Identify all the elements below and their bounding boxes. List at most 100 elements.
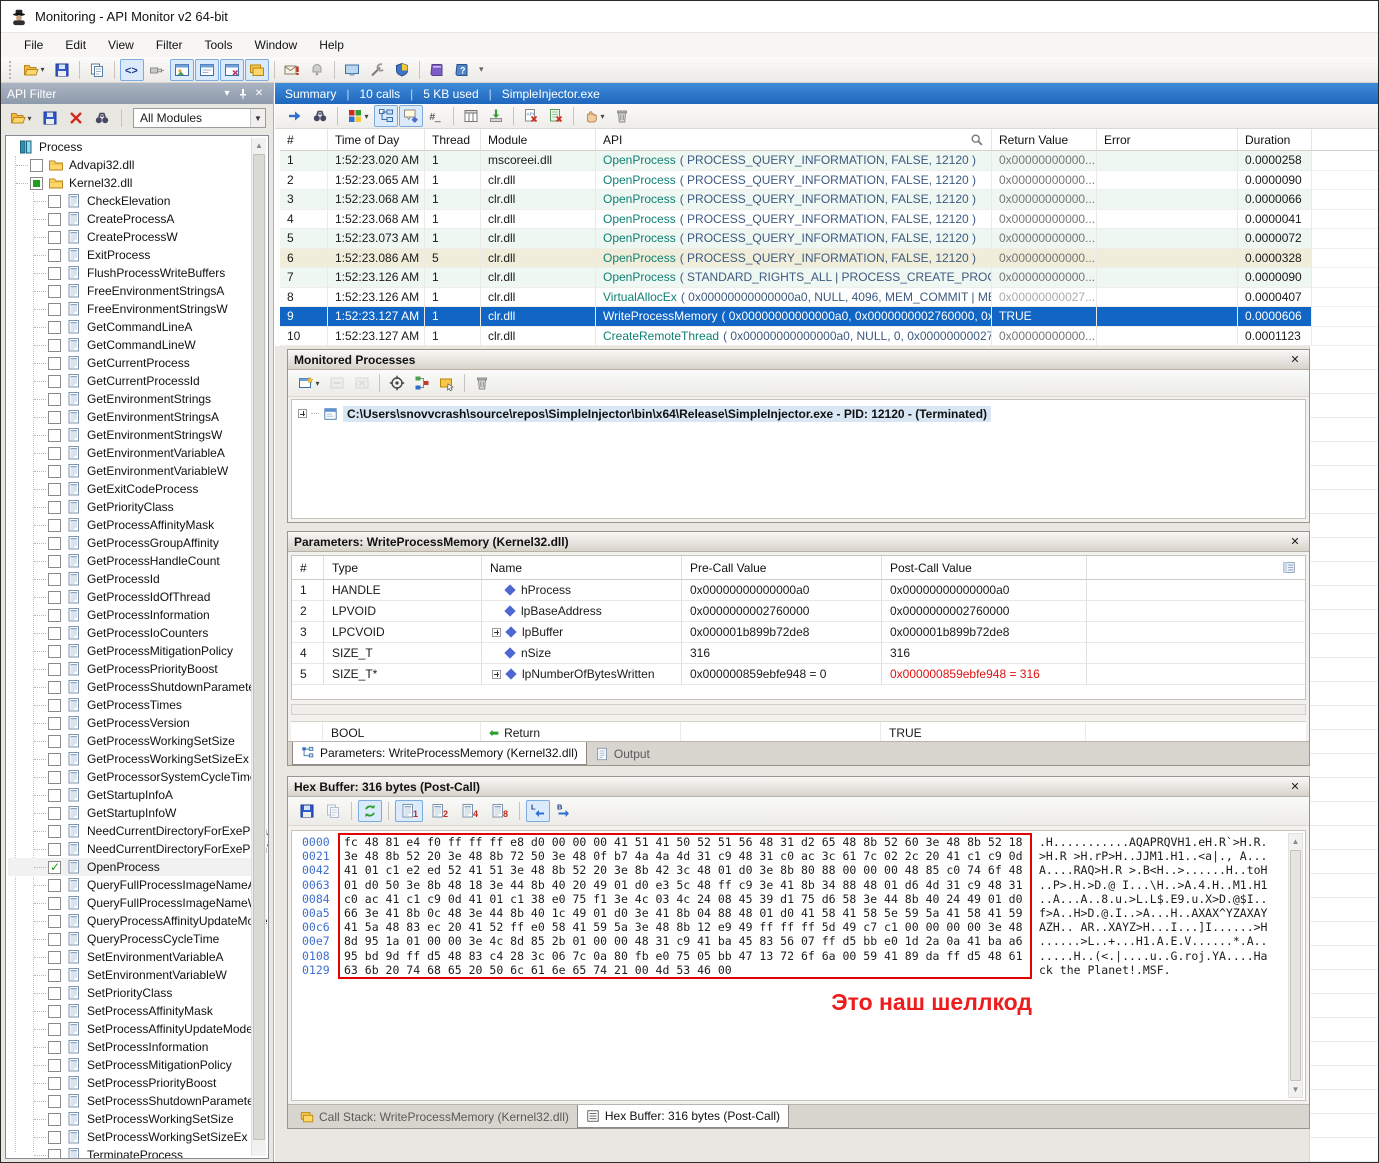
checkbox-queryprocessaffinityupdatemode[interactable] — [48, 915, 61, 928]
display-options-button[interactable] — [340, 59, 364, 81]
param-row-nSize[interactable]: 4SIZE_TnSize316316 — [292, 643, 1305, 664]
tree-item-setprocessaffinitymask[interactable]: SetProcessAffinityMask — [8, 1002, 251, 1020]
little-endian-button[interactable]: L — [526, 800, 550, 822]
col-header-thread[interactable]: Thread — [425, 129, 481, 150]
checkbox-getcommandlinew[interactable] — [48, 339, 61, 352]
tree-item-setprocessaffinityupdatemode[interactable]: SetProcessAffinityUpdateMode — [8, 1020, 251, 1038]
delete-trash-button[interactable] — [610, 105, 634, 127]
tree-item-getprocesshandlecount[interactable]: GetProcessHandleCount — [8, 552, 251, 570]
checkbox-getprocessworkingsetsizeex[interactable] — [48, 753, 61, 766]
tree-item-freeenvironmentstringsw[interactable]: FreeEnvironmentStringsW — [8, 300, 251, 318]
tree-item-freeenvironmentstringsa[interactable]: FreeEnvironmentStringsA — [8, 282, 251, 300]
col-header-error[interactable]: Error — [1097, 129, 1238, 150]
checkbox-setprocessaffinityupdatemode[interactable] — [48, 1023, 61, 1036]
panel-menu-chevron-icon[interactable]: ▾ — [219, 86, 235, 102]
tree-item-exitprocess[interactable]: ExitProcess — [8, 246, 251, 264]
col-header-api[interactable]: API — [596, 129, 992, 150]
xml-view-button[interactable]: <> — [120, 59, 144, 81]
checkbox-setprocessinformation[interactable] — [48, 1041, 61, 1054]
checkbox-getprocessworkingsetsize[interactable] — [48, 735, 61, 748]
copy-button[interactable] — [85, 59, 109, 81]
tab-callstack-tab[interactable]: Call Stack: WriteProcessMemory (Kernel32… — [292, 1106, 577, 1128]
checkbox-exitprocess[interactable] — [48, 249, 61, 262]
tree-item-createprocessa[interactable]: CreateProcessA — [8, 210, 251, 228]
tree-item-getstartupinfoa[interactable]: GetStartupInfoA — [8, 786, 251, 804]
checkbox-getprocessidofthread[interactable] — [48, 591, 61, 604]
tree-item-queryprocesscycletime[interactable]: QueryProcessCycleTime — [8, 930, 251, 948]
process-properties-button[interactable] — [435, 372, 459, 394]
call-row-9[interactable]: 91:52:23.127 AM1clr.dllWriteProcessMemor… — [280, 307, 1378, 327]
checkbox-setprocesspriorityboost[interactable] — [48, 1077, 61, 1090]
checkbox-getpriorityclass[interactable] — [48, 501, 61, 514]
tree-item-terminateprocess[interactable]: TerminateProcess — [8, 1146, 251, 1159]
highlight-colors-button[interactable]: ▾ — [343, 105, 373, 127]
call-row-1[interactable]: 11:52:23.020 AM1mscoreei.dllOpenProcess(… — [280, 151, 1378, 171]
call-row-4[interactable]: 41:52:23.068 AM1clr.dllOpenProcess( PROC… — [280, 210, 1378, 230]
api-error-filter-button[interactable]: API — [519, 105, 543, 127]
param-row-lpBuffer[interactable]: 3LPCVOIDlpBuffer0x000001b899b72de80x0000… — [292, 622, 1305, 643]
tree-item-getprocessmitigationpolicy[interactable]: GetProcessMitigationPolicy — [8, 642, 251, 660]
checkbox-advapi32.dll[interactable] — [30, 159, 43, 172]
call-row-8[interactable]: 81:52:23.126 AM1clr.dllVirtualAllocEx( 0… — [280, 288, 1378, 308]
hex-row-0084[interactable]: 0084c0 ac 41 c1 c9 0d 41 01 c1 38 e0 75 … — [292, 892, 1305, 906]
alerts-off-button[interactable] — [305, 59, 329, 81]
call-row-6[interactable]: 61:52:23.086 AM5clr.dllOpenProcess( PROC… — [280, 249, 1378, 269]
checkbox-getprocessinformation[interactable] — [48, 609, 61, 622]
checkbox-getprocessiocounters[interactable] — [48, 627, 61, 640]
tree-item-setenvironmentvariablea[interactable]: SetEnvironmentVariableA — [8, 948, 251, 966]
target-scope-button[interactable] — [385, 372, 409, 394]
hex-scrollbar[interactable]: ▲ ▼ — [1288, 833, 1303, 1098]
menu-file[interactable]: File — [13, 35, 54, 55]
tree-item-getpriorityclass[interactable]: GetPriorityClass — [8, 498, 251, 516]
uac-shield-button[interactable] — [390, 59, 414, 81]
summary-segment-0[interactable]: Summary — [285, 87, 336, 101]
checkbox-getprocesshandlecount[interactable] — [48, 555, 61, 568]
call-row-10[interactable]: 101:52:23.127 AM1clr.dllCreateRemoteThre… — [280, 327, 1378, 347]
tree-item-checkelevation[interactable]: CheckElevation — [8, 192, 251, 210]
tree-item-getcommandlinea[interactable]: GetCommandLineA — [8, 318, 251, 336]
attach-process-button[interactable] — [145, 59, 169, 81]
tree-item-getprocessworkingsetsize[interactable]: GetProcessWorkingSetSize — [8, 732, 251, 750]
tree-item-getprocessversion[interactable]: GetProcessVersion — [8, 714, 251, 732]
tree-item-createprocessw[interactable]: CreateProcessW — [8, 228, 251, 246]
tree-item-getcommandlinew[interactable]: GetCommandLineW — [8, 336, 251, 354]
select-columns-button[interactable] — [459, 105, 483, 127]
capture-window-button[interactable] — [170, 59, 194, 81]
tree-item-queryfullprocessimagenamew[interactable]: QueryFullProcessImageNameW — [8, 894, 251, 912]
delete-trash-button[interactable] — [470, 372, 494, 394]
email-report-button[interactable] — [280, 59, 304, 81]
menu-help[interactable]: Help — [308, 35, 355, 55]
checkbox-getprocessaffinitymask[interactable] — [48, 519, 61, 532]
checkbox-getstartupinfoa[interactable] — [48, 789, 61, 802]
checkbox-getstartupinfow[interactable] — [48, 807, 61, 820]
parameters-hscrollbar[interactable] — [291, 704, 1306, 715]
tree-item-setprocessworkingsetsize[interactable]: SetProcessWorkingSetSize — [8, 1110, 251, 1128]
tree-item-setpriorityclass[interactable]: SetPriorityClass — [8, 984, 251, 1002]
tree-item-getenvironmentstringsw[interactable]: GetEnvironmentStringsW — [8, 426, 251, 444]
checkbox-setenvironmentvariablea[interactable] — [48, 951, 61, 964]
tree-item-queryprocessaffinityupdatemode[interactable]: QueryProcessAffinityUpdateMode — [8, 912, 251, 930]
param-row-hProcess[interactable]: 1HANDLEhProcess0x00000000000000a00x00000… — [292, 580, 1305, 601]
hex-row-0000[interactable]: 0000fc 48 81 e4 f0 ff ff ff e8 d0 00 00 … — [292, 835, 1305, 849]
tree-item-getprocessgroupaffinity[interactable]: GetProcessGroupAffinity — [8, 534, 251, 552]
checkbox-getprocessshutdownparameters[interactable] — [48, 681, 61, 694]
properties-list-icon[interactable] — [1281, 560, 1297, 576]
checkbox-getenvironmentstringsw[interactable] — [48, 429, 61, 442]
hex-row-0108[interactable]: 010895 bd 9d ff d5 48 83 c4 28 3c 06 7c … — [292, 949, 1305, 963]
monitored-process-row[interactable]: C:\Users\snovvcrash\source\repos\SimpleI… — [298, 404, 1305, 423]
bytes-2-button[interactable]: 2 — [425, 800, 453, 822]
hex-row-00c6[interactable]: 00c641 5a 48 83 ec 20 41 52 ff e0 58 41 … — [292, 920, 1305, 934]
menu-tools[interactable]: Tools — [194, 35, 244, 55]
open-file-button[interactable]: ▾ — [6, 107, 36, 129]
tree-item-getstartupinfow[interactable]: GetStartupInfoW — [8, 804, 251, 822]
checkbox-queryfullprocessimagenamea[interactable] — [48, 879, 61, 892]
menu-window[interactable]: Window — [244, 35, 309, 55]
col-header-return[interactable]: Return Value — [992, 129, 1097, 150]
tree-scrollbar[interactable]: ▲ — [251, 138, 266, 1156]
new-window-button[interactable] — [220, 59, 244, 81]
scroll-up-icon[interactable]: ▲ — [252, 138, 266, 153]
checkbox-getcommandlinea[interactable] — [48, 321, 61, 334]
bytes-8-button[interactable]: 8 — [485, 800, 513, 822]
bytes-1-button[interactable]: 1 — [395, 800, 423, 822]
summary-window-button[interactable] — [195, 59, 219, 81]
